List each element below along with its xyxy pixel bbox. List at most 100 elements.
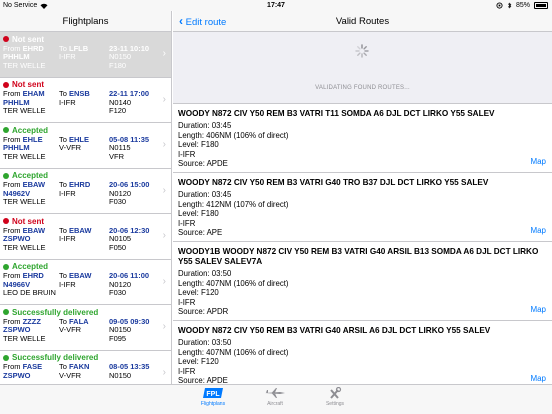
route-string: WOODY N872 CIV Y50 REM B3 VATRI T11 SOMD… [178, 109, 495, 118]
route-line: From EHRD To EBAW 20-06 11:00 [3, 271, 168, 280]
tab-settings[interactable]: Settings [315, 387, 355, 407]
route-duration: Duration: 03:45 [178, 121, 232, 130]
aircraft-line: ZSPWO V-VFR N0150 [3, 325, 168, 334]
flightplan-row[interactable]: Not sent From EBAW To EBAW 20-06 12:30 ZSPWO… [0, 214, 171, 260]
route-rules: I-IFR [178, 149, 196, 159]
status-text: Not sent [12, 216, 44, 226]
flightplan-row[interactable]: Accepted From EHLE To EHLE 05-08 11:35 PHHLM… [0, 123, 171, 169]
route-source: Source: APDE [178, 159, 228, 169]
route-item[interactable]: WOODY N872 CIV Y50 REM B3 VATRI G40 ARSI… [173, 321, 552, 384]
map-button[interactable]: Map [530, 226, 546, 235]
route-item[interactable]: WOODY1B WOODY N872 CIV Y50 REM B3 VATRI … [173, 242, 552, 321]
route-rules: I-IFR [178, 366, 196, 376]
status-dot-icon [3, 354, 9, 361]
aircraft-line: N4966V I-IFR N0120 [3, 280, 168, 289]
flight-level: F120 [109, 106, 127, 116]
chevron-right-icon: › [162, 321, 166, 332]
route-list: WOODY N872 CIV Y50 REM B3 VATRI T11 SOMD… [173, 104, 552, 384]
status-text: Successfully delivered [12, 307, 99, 317]
status-text: Accepted [12, 125, 49, 135]
route-line: From ZZZZ To FALA 09-05 09:30 [3, 317, 168, 326]
flightplan-row[interactable]: Accepted From EBAW To EHRD 20-06 15:00 N4962… [0, 169, 171, 214]
status-dot-icon [3, 309, 9, 315]
pilot-line: TER WELLE F030 [3, 197, 168, 207]
pilot-name: TER WELLE [3, 106, 46, 116]
map-button[interactable]: Map [530, 305, 546, 314]
airplane-icon [265, 388, 285, 398]
pilot-line: TER WELLE F050 [3, 243, 168, 252]
pilot-name: TER WELLE [3, 333, 46, 343]
pilot-line: TER WELLE F120 [3, 106, 168, 116]
flight-level: F095 [109, 333, 127, 343]
pilot-name: TER WELLE [3, 60, 46, 70]
route-rules: I-IFR [178, 297, 196, 307]
status-dot-icon [3, 218, 9, 224]
route-line: From EHRD To LFLB 23-11 10:10 [3, 44, 168, 53]
pilot-name: TER WELLE [3, 151, 46, 161]
pilot-line: TER WELLE F095 [3, 334, 168, 343]
route-level: Level: F120 [178, 357, 219, 367]
status-text: Not sent [12, 34, 44, 44]
svg-text:FPL: FPL [206, 391, 220, 398]
route-rules: I-IFR [178, 218, 196, 228]
flightplan-status: Accepted [3, 171, 168, 181]
pilot-line: LEO DE BRUIN F030 [3, 288, 168, 298]
flightplan-row[interactable]: Not sent From EHAM To ENSB 22-11 17:00 PHHLM… [0, 78, 171, 123]
map-button[interactable]: Map [530, 374, 546, 383]
activity-spinner-icon [355, 44, 369, 58]
flightplan-row[interactable]: Successfully delivered From ZZZZ To FALA 09… [0, 305, 171, 351]
pilot-name: TER WELLE [3, 242, 46, 252]
tab-flightplans-label: Flightplans [200, 401, 226, 407]
pilot-name: LEO DE BRUIN [3, 288, 56, 298]
pilot-name: TER WELLE [3, 197, 46, 207]
tab-bar: FPL Flightplans Aircraft Settings [0, 384, 552, 414]
status-bar: No Service 17:47 85% [0, 0, 552, 11]
flightplans-header: Flightplans [0, 11, 171, 32]
route-length: Length: 407NM (106% of direct) [178, 278, 289, 288]
tab-aircraft[interactable]: Aircraft [255, 387, 295, 407]
tab-settings-label: Settings [325, 401, 345, 407]
route-line: From EHLE To EHLE 05-08 11:35 [3, 135, 168, 144]
flight-level: F030 [109, 288, 127, 298]
flightplan-row[interactable]: Not sent From EHRD To LFLB 23-11 10:10 PHHLM… [0, 32, 171, 78]
flightplan-status: Not sent [3, 216, 168, 226]
tools-icon [330, 387, 342, 399]
route-source: Source: APDR [178, 307, 229, 317]
bluetooth-icon [507, 2, 512, 9]
flight-level: VFR [109, 151, 124, 161]
flightplan-row[interactable]: Accepted From EHRD To EBAW 20-06 11:00 N4966… [0, 260, 171, 305]
cruise-speed: N0150 [109, 370, 132, 380]
map-button[interactable]: Map [530, 157, 546, 166]
routes-nav-bar: ‹ Edit route Valid Routes [173, 11, 552, 32]
battery-icon [534, 2, 548, 9]
flightplan-status: Not sent [3, 34, 168, 44]
status-text: Accepted [12, 171, 49, 180]
tab-flightplans[interactable]: FPL Flightplans [193, 387, 233, 407]
aircraft-line: PHHLM I-IFR N0150 [3, 52, 168, 61]
flightplan-status: Successfully delivered [3, 307, 168, 317]
route-line: From FASE To FAKN 08-05 13:35 [3, 362, 168, 371]
aircraft-registration: ZSPWO [3, 370, 31, 380]
route-length: Length: 407NM (106% of direct) [178, 347, 289, 357]
route-string: WOODY N872 CIV Y50 REM B3 VATRI G40 TRO … [178, 177, 489, 187]
route-level: Level: F180 [178, 140, 219, 150]
status-right: 85% [496, 2, 548, 9]
aircraft-line: N4962V I-IFR N0120 [3, 189, 168, 198]
flightplan-status: Accepted [3, 125, 168, 135]
flight-level: F050 [109, 242, 127, 252]
route-source: Source: APE [178, 228, 223, 238]
flightplan-status: Accepted [3, 262, 168, 272]
status-dot-icon [3, 36, 9, 42]
route-level: Level: F120 [178, 288, 219, 298]
status-text: Successfully delivered [12, 353, 99, 362]
route-line: From EHAM To ENSB 22-11 17:00 [3, 89, 168, 98]
route-item[interactable]: WOODY N872 CIV Y50 REM B3 VATRI G40 TRO … [173, 173, 552, 242]
chevron-right-icon: › [162, 184, 166, 196]
flightplan-row[interactable]: Successfully delivered From FASE To FAKN 08… [0, 351, 171, 385]
status-text: Accepted [12, 262, 49, 271]
route-item[interactable]: WOODY N872 CIV Y50 REM B3 VATRI T11 SOMD… [173, 104, 552, 173]
status-dot-icon [3, 263, 9, 270]
flightplan-status: Not sent [3, 80, 168, 90]
route-string: WOODY N872 CIV Y50 REM B3 VATRI G40 ARSI… [178, 325, 491, 335]
route-duration: Duration: 03:50 [178, 268, 232, 278]
